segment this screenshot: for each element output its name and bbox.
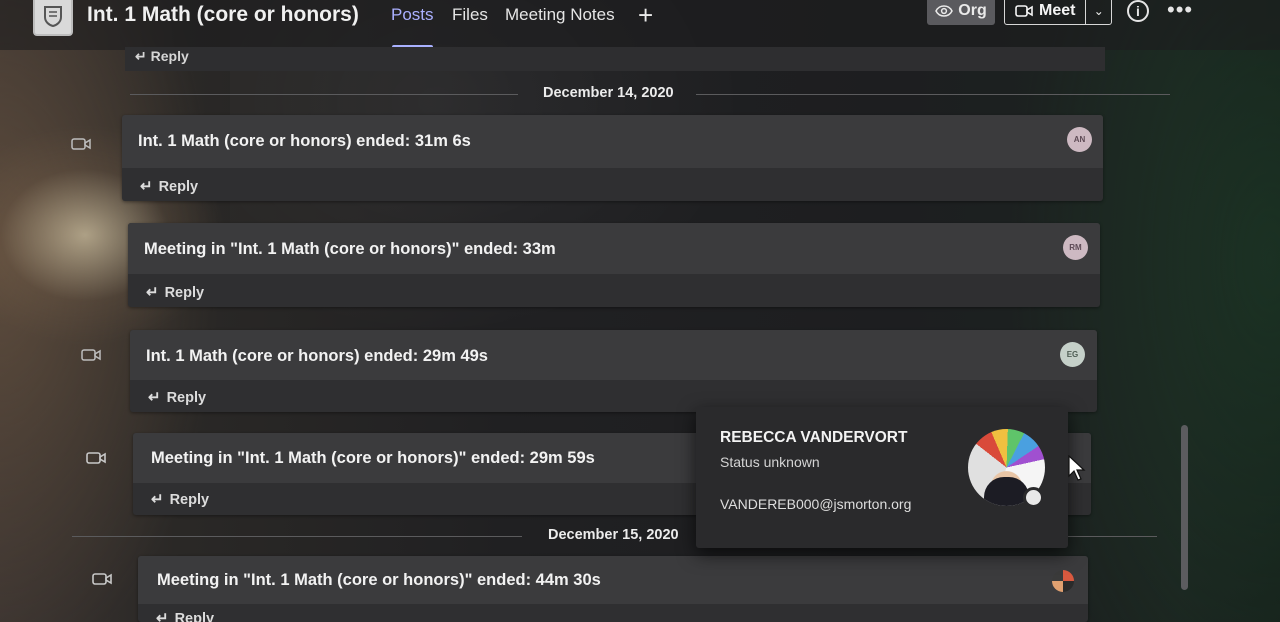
divider-line bbox=[72, 536, 522, 537]
date-label: December 15, 2020 bbox=[548, 527, 679, 543]
video-camera-icon bbox=[1015, 5, 1033, 17]
mouse-cursor-icon bbox=[1068, 455, 1086, 481]
previous-post-reply-bar: ↵ Reply bbox=[125, 47, 1105, 71]
reply-arrow-icon: ↵ bbox=[146, 284, 159, 301]
meeting-post[interactable]: Meeting in "Int. 1 Math (core or honors)… bbox=[128, 223, 1100, 307]
reply-button[interactable]: ↵ Reply bbox=[151, 490, 209, 508]
avatar[interactable]: AN bbox=[1067, 127, 1092, 152]
divider-line bbox=[696, 94, 1170, 95]
meeting-camera-icon bbox=[71, 138, 91, 150]
org-label: Org bbox=[958, 2, 987, 19]
avatar[interactable]: RM bbox=[1063, 235, 1088, 260]
add-tab-button[interactable]: + bbox=[638, 0, 653, 31]
meeting-camera-icon bbox=[81, 349, 101, 361]
divider-line bbox=[1067, 536, 1157, 537]
reply-button[interactable]: ↵ Reply bbox=[148, 388, 206, 406]
meeting-camera-icon bbox=[92, 573, 112, 585]
reply-button[interactable]: ↵ Reply bbox=[135, 48, 189, 65]
reply-button[interactable]: ↵ Reply bbox=[156, 609, 214, 622]
reply-arrow-icon: ↵ bbox=[135, 48, 147, 64]
avatar[interactable] bbox=[1052, 570, 1074, 592]
channel-header: Int. 1 Math (core or honors) Posts Files… bbox=[0, 0, 1280, 50]
meeting-camera-icon bbox=[86, 452, 106, 464]
team-logo[interactable] bbox=[33, 0, 73, 36]
profile-name: REBECCA VANDERVORT bbox=[720, 429, 908, 446]
info-icon[interactable]: i bbox=[1127, 0, 1149, 22]
tab-files[interactable]: Files bbox=[452, 5, 488, 25]
reply-button[interactable]: ↵ Reply bbox=[146, 283, 204, 301]
meeting-post[interactable]: Meeting in "Int. 1 Math (core or honors)… bbox=[138, 556, 1088, 622]
more-options-icon[interactable]: ••• bbox=[1167, 0, 1193, 23]
reply-arrow-icon: ↵ bbox=[140, 178, 153, 195]
plus-icon: + bbox=[638, 0, 654, 30]
date-divider: December 14, 2020 bbox=[130, 85, 1170, 105]
divider-line bbox=[130, 94, 518, 95]
reply-arrow-icon: ↵ bbox=[148, 389, 161, 406]
profile-status: Status unknown bbox=[720, 454, 820, 470]
post-message: Int. 1 Math (core or honors) ended: 29m … bbox=[146, 347, 488, 365]
org-button[interactable]: Org bbox=[927, 0, 995, 25]
meet-label: Meet bbox=[1039, 2, 1076, 19]
meeting-post[interactable]: Int. 1 Math (core or honors) ended: 31m … bbox=[122, 115, 1103, 201]
meet-dropdown-button[interactable]: ⌄ bbox=[1086, 4, 1111, 18]
meeting-post[interactable]: Int. 1 Math (core or honors) ended: 29m … bbox=[130, 330, 1097, 412]
post-message: Meeting in "Int. 1 Math (core or honors)… bbox=[144, 240, 556, 258]
presence-status-icon bbox=[1023, 487, 1044, 508]
tab-meeting-notes[interactable]: Meeting Notes bbox=[505, 5, 615, 25]
date-label: December 14, 2020 bbox=[543, 85, 674, 101]
chevron-down-icon: ⌄ bbox=[1093, 4, 1104, 18]
post-message: Meeting in "Int. 1 Math (core or honors)… bbox=[157, 571, 601, 589]
profile-email[interactable]: VANDEREB000@jsmorton.org bbox=[720, 496, 911, 512]
post-message: Meeting in "Int. 1 Math (core or honors)… bbox=[151, 449, 595, 467]
eye-icon bbox=[935, 5, 954, 17]
scrollbar[interactable] bbox=[1181, 425, 1188, 590]
reply-arrow-icon: ↵ bbox=[151, 491, 164, 508]
meet-button-group: Meet ⌄ bbox=[1004, 0, 1112, 25]
team-title: Int. 1 Math (core or honors) bbox=[87, 3, 359, 26]
meet-button[interactable]: Meet bbox=[1005, 0, 1087, 24]
reply-arrow-icon: ↵ bbox=[156, 610, 169, 622]
profile-card: REBECCA VANDERVORT Status unknown VANDER… bbox=[696, 407, 1068, 548]
tab-posts[interactable]: Posts bbox=[391, 5, 434, 25]
reply-button[interactable]: ↵ Reply bbox=[140, 177, 198, 195]
post-message: Int. 1 Math (core or honors) ended: 31m … bbox=[138, 132, 471, 150]
avatar[interactable]: EG bbox=[1060, 342, 1085, 367]
